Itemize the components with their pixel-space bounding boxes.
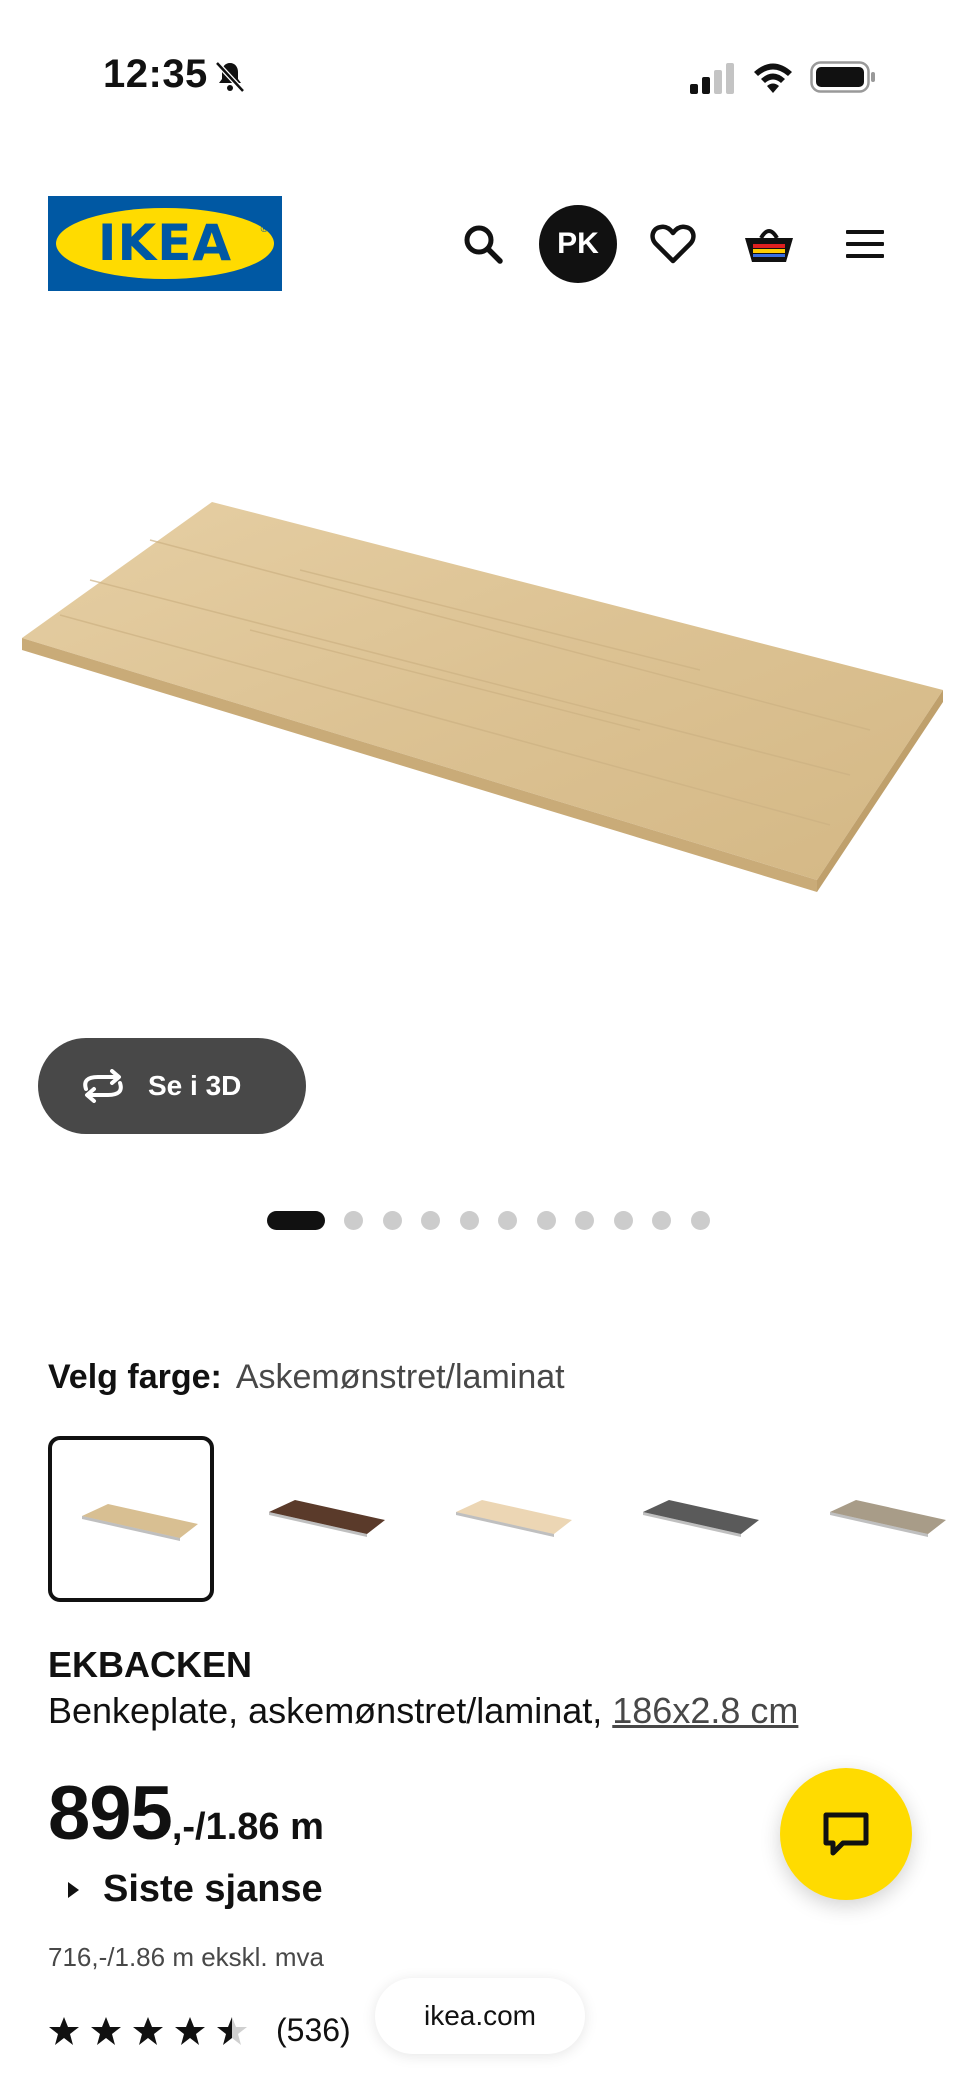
rating-stars bbox=[48, 2015, 258, 2047]
star-icon bbox=[217, 2016, 247, 2045]
carousel-dot[interactable] bbox=[382, 1211, 402, 1230]
review-count: (536) bbox=[276, 2012, 351, 2048]
swatch-thumbnail bbox=[830, 1500, 946, 1537]
carousel-dot[interactable] bbox=[575, 1211, 594, 1230]
color-label: Velg farge: bbox=[48, 1358, 222, 1396]
price-unit: ,-/1.86 m bbox=[171, 1806, 324, 1848]
color-swatch[interactable] bbox=[48, 1436, 214, 1602]
product-description-text: Benkeplate, askemønstret/laminat, bbox=[48, 1690, 613, 1731]
browser-url: ikea.com bbox=[423, 2000, 537, 2031]
rotate-3d-icon bbox=[83, 1069, 123, 1103]
browser-url-bar[interactable]: ikea.com bbox=[375, 1978, 585, 2054]
product-description: Benkeplate, askemønstret/laminat, 186x2.… bbox=[48, 1690, 798, 1732]
carousel-dot[interactable] bbox=[421, 1211, 440, 1230]
bell-off-icon bbox=[215, 61, 245, 93]
color-selector-row: Velg farge: Askemønstret/laminat bbox=[48, 1358, 565, 1397]
star-icon bbox=[133, 2016, 163, 2045]
view-in-3d-button[interactable]: Se i 3D bbox=[38, 1038, 306, 1134]
swatch-thumbnail bbox=[456, 1500, 572, 1537]
last-chance-toggle[interactable]: Siste sjanse bbox=[68, 1868, 323, 1911]
color-swatch[interactable] bbox=[235, 1436, 401, 1602]
carousel-dot[interactable] bbox=[652, 1211, 671, 1230]
heart-icon bbox=[650, 224, 696, 264]
profile-initials: PK bbox=[557, 227, 599, 260]
price-main: 895 bbox=[48, 1771, 173, 1856]
image-carousel-dots bbox=[0, 1208, 960, 1232]
swatch-thumbnail bbox=[643, 1500, 759, 1537]
swatch-thumbnail bbox=[82, 1504, 198, 1541]
last-chance-label: Siste sjanse bbox=[103, 1868, 323, 1910]
chat-button[interactable] bbox=[780, 1768, 912, 1900]
carousel-dot[interactable] bbox=[344, 1211, 363, 1230]
color-swatch[interactable] bbox=[422, 1436, 588, 1602]
star-icon bbox=[91, 2016, 121, 2045]
carousel-dot[interactable] bbox=[613, 1211, 633, 1230]
color-value: Askemønstret/laminat bbox=[235, 1358, 565, 1396]
registered-mark: ® bbox=[260, 224, 268, 235]
search-icon bbox=[464, 225, 503, 264]
color-swatch[interactable] bbox=[796, 1436, 960, 1602]
shopping-basket-button[interactable] bbox=[730, 205, 808, 283]
logo-text: IKEA bbox=[97, 214, 233, 272]
carousel-dot-active[interactable] bbox=[266, 1211, 325, 1230]
product-rating[interactable]: (536) bbox=[48, 2012, 351, 2049]
shopping-basket-icon bbox=[745, 229, 793, 262]
cellular-signal-icon bbox=[690, 63, 734, 94]
price-excluding-vat: 716,-/1.86 m ekskl. mva bbox=[48, 1942, 324, 1972]
ikea-logo[interactable]: IKEA ® bbox=[48, 196, 282, 291]
carousel-dot[interactable] bbox=[536, 1211, 556, 1230]
carousel-dot[interactable] bbox=[498, 1211, 517, 1230]
star-icon bbox=[175, 2016, 205, 2045]
hamburger-menu-button[interactable] bbox=[826, 205, 904, 283]
status-time: 12:35 bbox=[103, 52, 208, 96]
search-button[interactable] bbox=[444, 205, 522, 283]
hamburger-menu-icon bbox=[846, 230, 884, 258]
swatch-thumbnail bbox=[269, 1500, 385, 1537]
product-size-link[interactable]: 186x2.8 cm bbox=[612, 1690, 798, 1731]
wifi-icon bbox=[754, 63, 792, 93]
status-bar: 12:35 bbox=[0, 0, 960, 150]
carousel-dot[interactable] bbox=[459, 1211, 479, 1230]
favourites-button[interactable] bbox=[634, 205, 712, 283]
product-name: EKBACKEN bbox=[48, 1644, 253, 1685]
product-price: 895,-/1.86 m bbox=[48, 1770, 324, 1857]
carousel-dot[interactable] bbox=[690, 1211, 710, 1230]
battery-icon bbox=[810, 61, 875, 93]
product-image[interactable] bbox=[0, 430, 960, 1050]
color-swatch[interactable] bbox=[609, 1436, 775, 1602]
disclosure-triangle-icon bbox=[68, 1881, 79, 1898]
chat-bubble-icon bbox=[823, 1812, 869, 1856]
star-icon bbox=[49, 2016, 79, 2045]
profile-avatar-button[interactable]: PK bbox=[539, 205, 617, 283]
view-in-3d-label: Se i 3D bbox=[148, 1070, 242, 1101]
